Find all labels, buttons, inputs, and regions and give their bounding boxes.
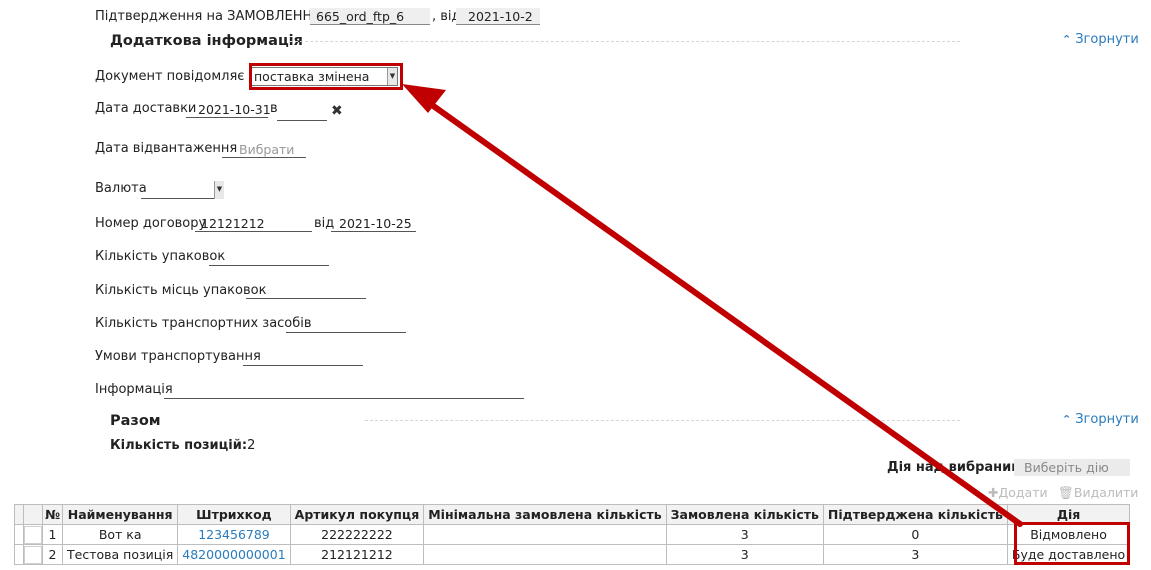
annotation-arrow-overlay bbox=[402, 84, 1023, 527]
annotation-arrow-line bbox=[422, 97, 1023, 527]
